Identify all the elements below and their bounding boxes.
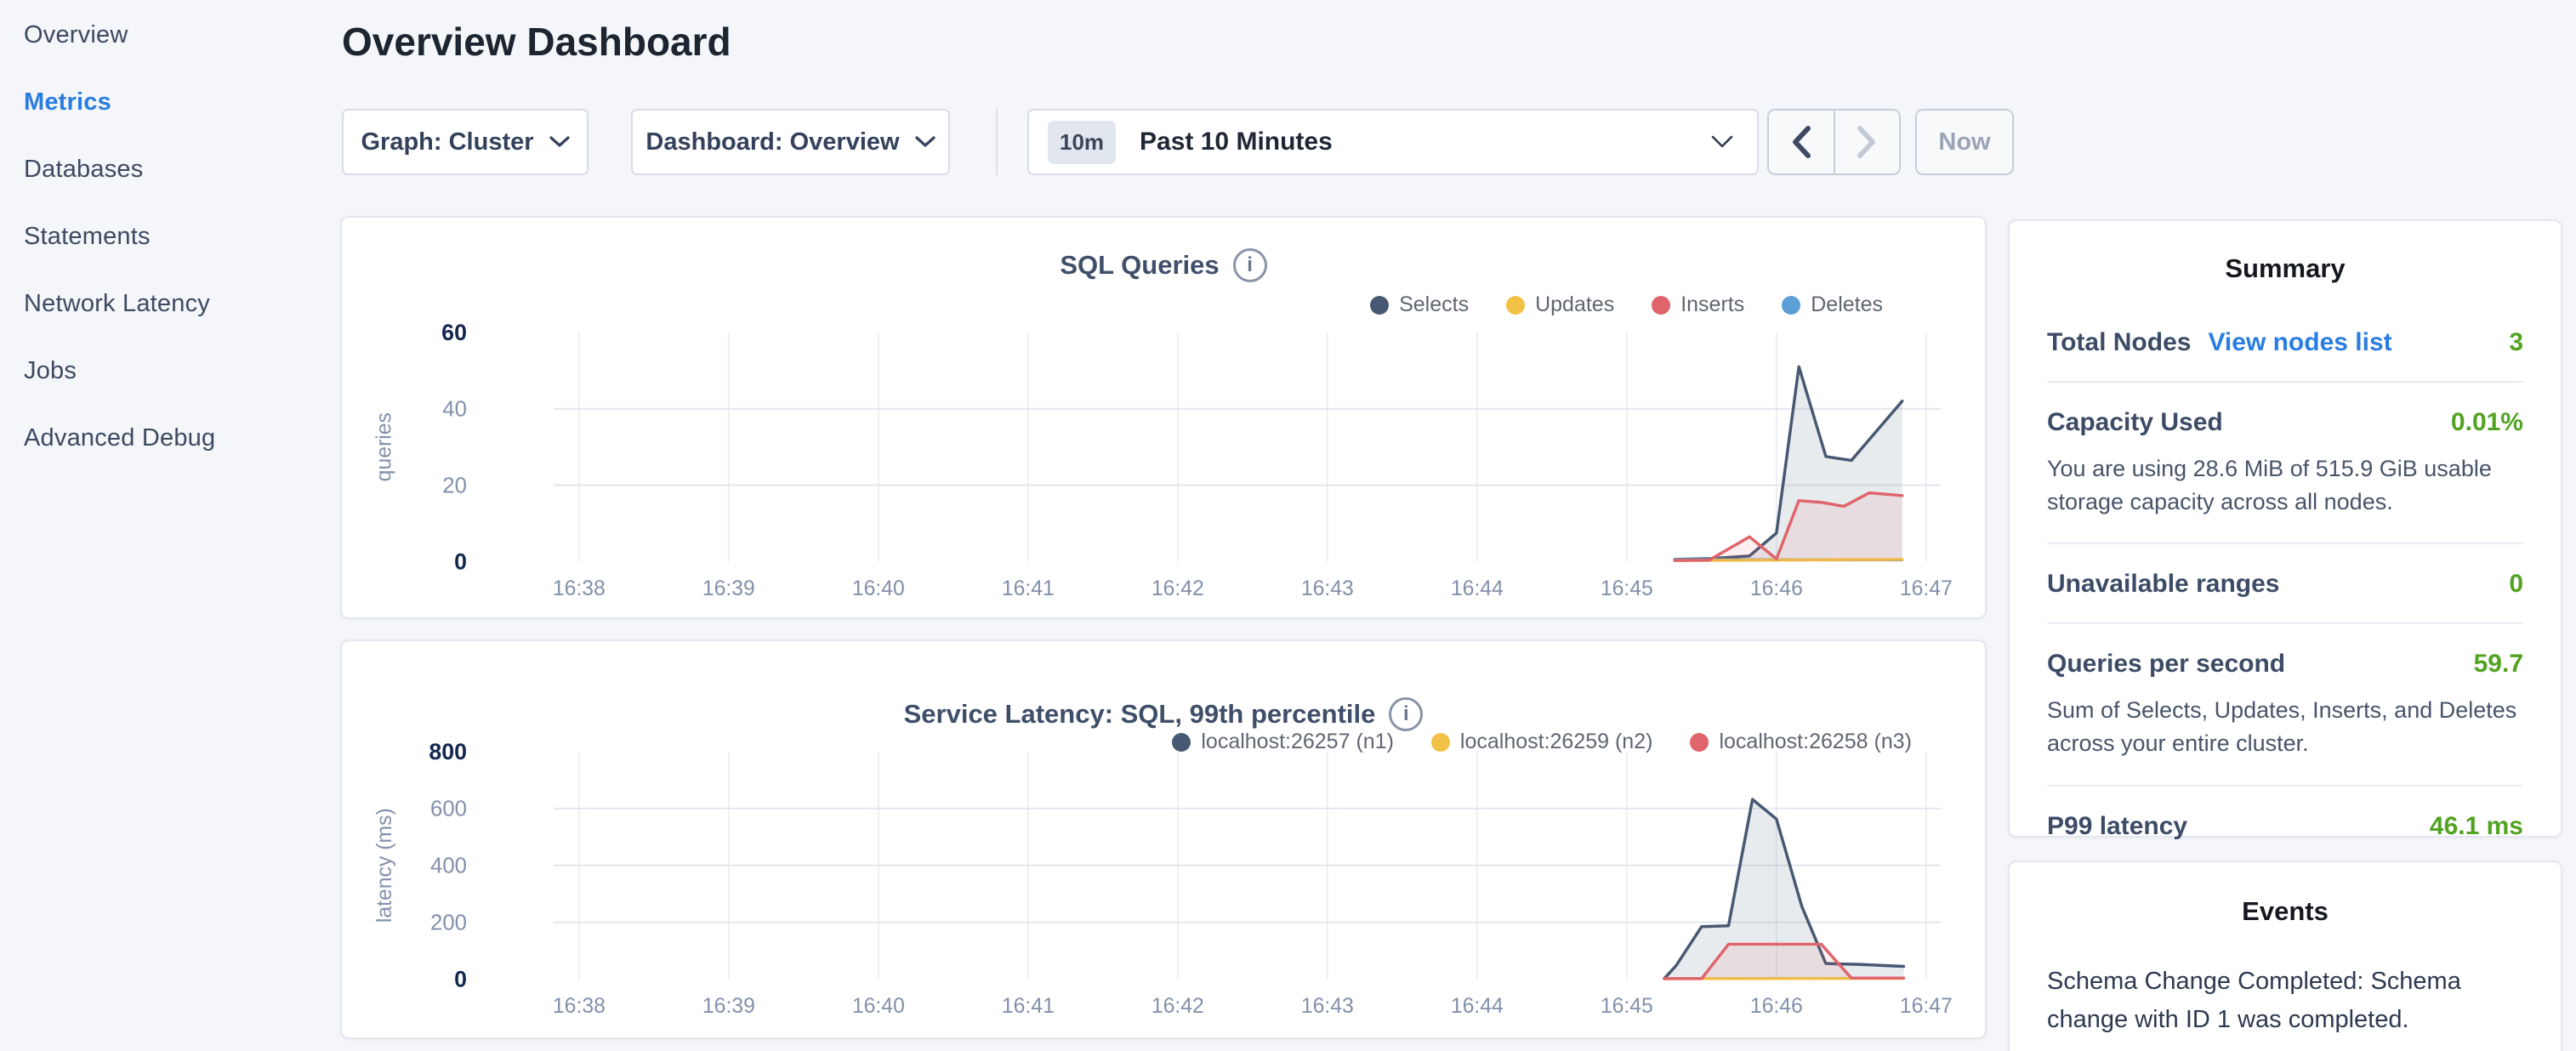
summary-description: You are using 28.6 MiB of 515.9 GiB usab… [2047, 452, 2523, 519]
sidebar-item-metrics[interactable]: Metrics [0, 69, 340, 136]
summary-value: 0 [2509, 570, 2523, 599]
sql-queries-chart-plot: 16:38 16:39 16:40 16:41 16:42 16:43 16:44 16:45… [342, 218, 1985, 617]
summary-value: 0.01% [2451, 408, 2523, 437]
graph-dropdown[interactable]: Graph: Cluster [342, 109, 589, 175]
summary-label: P99 latency [2047, 812, 2187, 841]
graph-dropdown-label: Graph: Cluster [361, 128, 533, 156]
chevron-left-icon [1791, 126, 1811, 158]
svg-text:16:39: 16:39 [702, 577, 755, 600]
page-title: Overview Dashboard [342, 19, 731, 65]
summary-label: Queries per second [2047, 650, 2285, 679]
svg-text:0: 0 [454, 548, 467, 574]
summary-value: 3 [2509, 328, 2523, 357]
sidebar: Overview Metrics Databases Statements Ne… [0, 0, 340, 1051]
svg-text:400: 400 [430, 855, 467, 878]
summary-label: Unavailable ranges [2047, 570, 2279, 599]
chevron-right-icon [1857, 126, 1877, 158]
sidebar-item-jobs[interactable]: Jobs [0, 338, 340, 405]
svg-text:16:46: 16:46 [1750, 995, 1803, 1018]
overview-dashboard-page: Overview Metrics Databases Statements Ne… [0, 0, 2576, 1051]
svg-text:16:39: 16:39 [702, 995, 755, 1018]
event-message[interactable]: Schema Change Completed: Schema change w… [2047, 963, 2523, 1039]
events-panel: Events Schema Change Completed: Schema c… [2008, 861, 2562, 1051]
chevron-down-icon [915, 136, 935, 148]
summary-row-capacity-used: Capacity Used 0.01% You are using 28.6 M… [2047, 383, 2523, 544]
time-range-badge: 10m [1048, 121, 1116, 164]
time-step-back-button[interactable] [1769, 111, 1835, 173]
svg-text:20: 20 [442, 474, 467, 498]
svg-text:16:42: 16:42 [1152, 995, 1204, 1018]
svg-text:0: 0 [454, 967, 467, 992]
svg-text:16:46: 16:46 [1750, 577, 1803, 600]
summary-row-p99-latency: P99 latency 46.1 ms [2047, 787, 2523, 865]
svg-text:200: 200 [430, 912, 467, 935]
time-range-label: Past 10 Minutes [1140, 128, 1333, 156]
svg-text:queries: queries [373, 412, 396, 481]
summary-row-total-nodes: Total Nodes View nodes list 3 [2047, 284, 2523, 383]
svg-text:16:40: 16:40 [852, 995, 905, 1018]
summary-row-unavailable-ranges: Unavailable ranges 0 [2047, 544, 2523, 624]
svg-text:60: 60 [441, 320, 467, 345]
events-title: Events [2047, 896, 2523, 927]
svg-text:latency (ms): latency (ms) [373, 808, 396, 923]
summary-description: Sum of Selects, Updates, Inserts, and De… [2047, 694, 2523, 760]
summary-row-queries-per-second: Queries per second 59.7 Sum of Selects, … [2047, 624, 2523, 786]
now-button[interactable]: Now [1915, 109, 2014, 175]
summary-value: 59.7 [2474, 650, 2523, 679]
chevron-down-icon [1711, 135, 1733, 149]
sidebar-item-advanced-debug[interactable]: Advanced Debug [0, 405, 340, 472]
time-range-dropdown[interactable]: 10m Past 10 Minutes [1027, 109, 1759, 175]
svg-text:16:41: 16:41 [1002, 995, 1055, 1018]
chevron-down-icon [549, 136, 570, 148]
svg-text:600: 600 [430, 798, 467, 821]
svg-text:16:41: 16:41 [1002, 577, 1055, 600]
view-nodes-list-link[interactable]: View nodes list [2208, 328, 2391, 357]
divider [996, 109, 998, 175]
summary-label: Total Nodes [2047, 328, 2191, 357]
dashboard-dropdown[interactable]: Dashboard: Overview [631, 109, 950, 175]
service-latency-chart-plot: 16:38 16:39 16:40 16:41 16:42 16:43 16:44 16:45… [342, 641, 1985, 1037]
svg-text:16:47: 16:47 [1900, 995, 1953, 1018]
svg-text:16:38: 16:38 [553, 995, 606, 1018]
svg-text:16:47: 16:47 [1900, 577, 1953, 600]
svg-text:16:38: 16:38 [553, 577, 606, 600]
time-step-forward-button[interactable] [1835, 111, 1900, 173]
summary-value: 46.1 ms [2430, 812, 2523, 841]
svg-text:16:43: 16:43 [1301, 995, 1354, 1018]
svg-text:800: 800 [429, 739, 467, 764]
dashboard-dropdown-label: Dashboard: Overview [645, 128, 899, 156]
svg-text:16:45: 16:45 [1601, 577, 1653, 600]
summary-title: Summary [2047, 253, 2523, 284]
time-step-buttons [1767, 109, 1901, 175]
svg-text:40: 40 [442, 398, 467, 422]
svg-text:16:40: 16:40 [852, 577, 905, 600]
svg-text:16:43: 16:43 [1301, 577, 1354, 600]
sidebar-item-statements[interactable]: Statements [0, 203, 340, 270]
svg-text:16:44: 16:44 [1451, 995, 1504, 1018]
svg-text:16:44: 16:44 [1451, 577, 1504, 600]
sql-queries-chart-card: SQL Queries i Selects Updates Inserts De… [340, 216, 1987, 619]
summary-panel: Summary Total Nodes View nodes list 3 Ca… [2008, 219, 2562, 838]
service-latency-chart-card: Service Latency: SQL, 99th percentile i … [340, 639, 1987, 1039]
svg-text:16:42: 16:42 [1152, 577, 1204, 600]
sidebar-item-overview[interactable]: Overview [0, 2, 340, 69]
svg-text:16:45: 16:45 [1601, 995, 1653, 1018]
summary-label: Capacity Used [2047, 408, 2223, 437]
sidebar-item-databases[interactable]: Databases [0, 136, 340, 203]
sidebar-item-network-latency[interactable]: Network Latency [0, 270, 340, 338]
